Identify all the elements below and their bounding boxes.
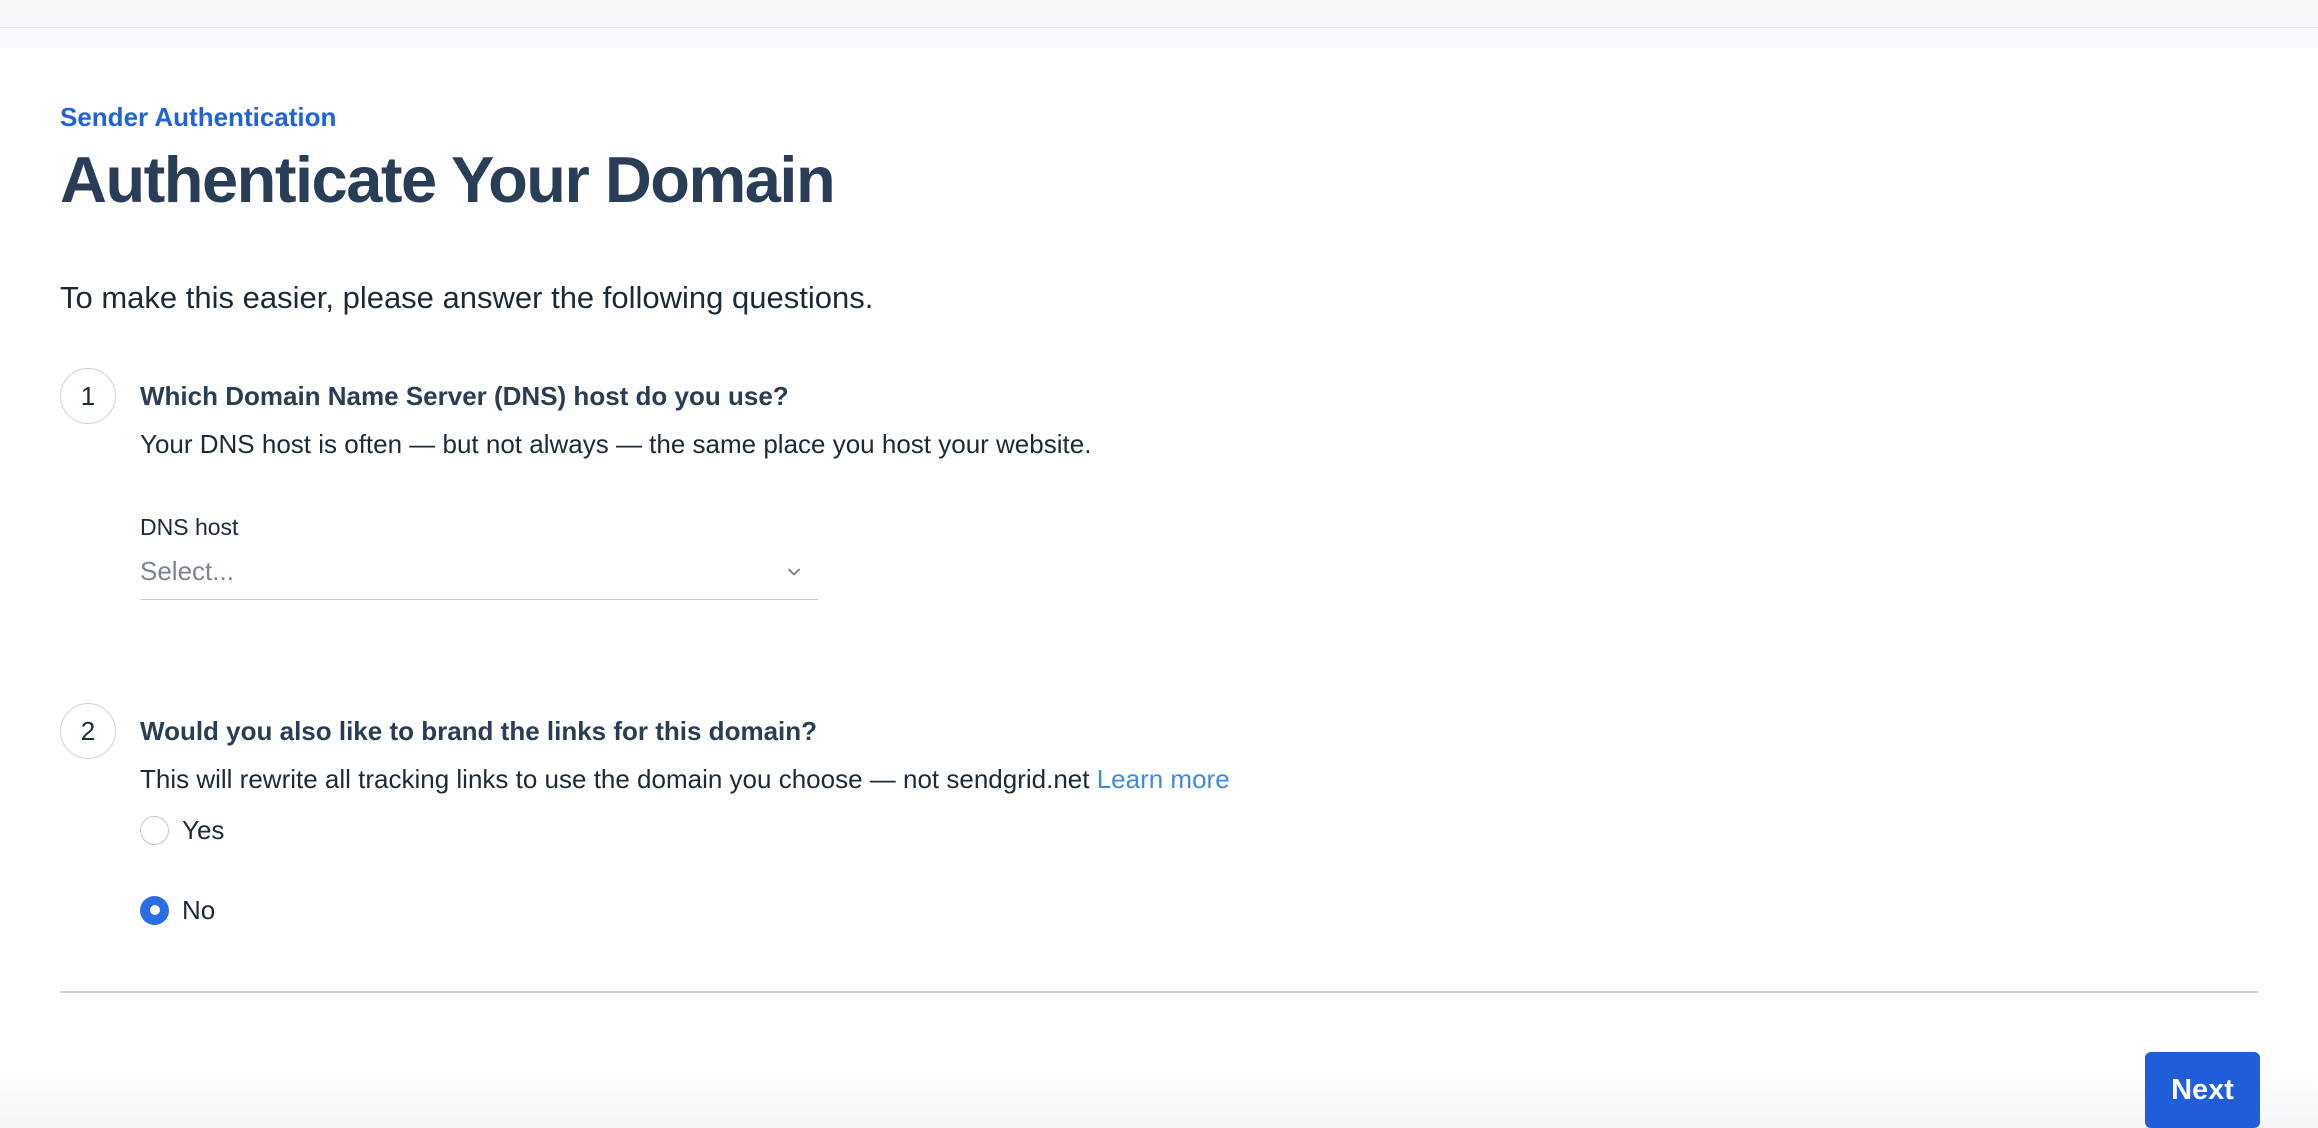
step-1-title: Which Domain Name Server (DNS) host do y… [140, 381, 789, 411]
radio-yes[interactable] [140, 815, 169, 845]
step-2-number: 2 [60, 703, 116, 759]
top-bar [0, 0, 2318, 28]
radio-option-no[interactable]: No [140, 893, 215, 927]
step-2-description-text: This will rewrite all tracking links to … [140, 764, 1090, 794]
step-1-number: 1 [60, 368, 116, 424]
step-2-description: This will rewrite all tracking links to … [140, 762, 1230, 796]
page-eyebrow: Sender Authentication [60, 102, 337, 132]
dns-host-select-value: Select... [140, 556, 234, 586]
next-button[interactable]: Next [2145, 1052, 2260, 1128]
radio-option-yes[interactable]: Yes [140, 813, 224, 847]
top-band [0, 28, 2318, 48]
dns-host-label: DNS host [140, 514, 239, 540]
radio-yes-label: Yes [182, 815, 225, 845]
section-divider [60, 991, 2258, 993]
footer-bar [0, 1068, 2318, 1128]
radio-no[interactable] [140, 895, 169, 925]
page-title: Authenticate Your Domain [60, 143, 836, 216]
step-1-description: Your DNS host is often — but not always … [140, 429, 1092, 459]
radio-no-label: No [182, 895, 216, 925]
chevron-down-icon [788, 568, 800, 576]
intro-text: To make this easier, please answer the f… [60, 280, 874, 315]
dns-host-select[interactable]: Select... [140, 550, 818, 600]
step-2-title: Would you also like to brand the links f… [140, 716, 818, 746]
learn-more-link[interactable]: Learn more [1097, 764, 1230, 794]
